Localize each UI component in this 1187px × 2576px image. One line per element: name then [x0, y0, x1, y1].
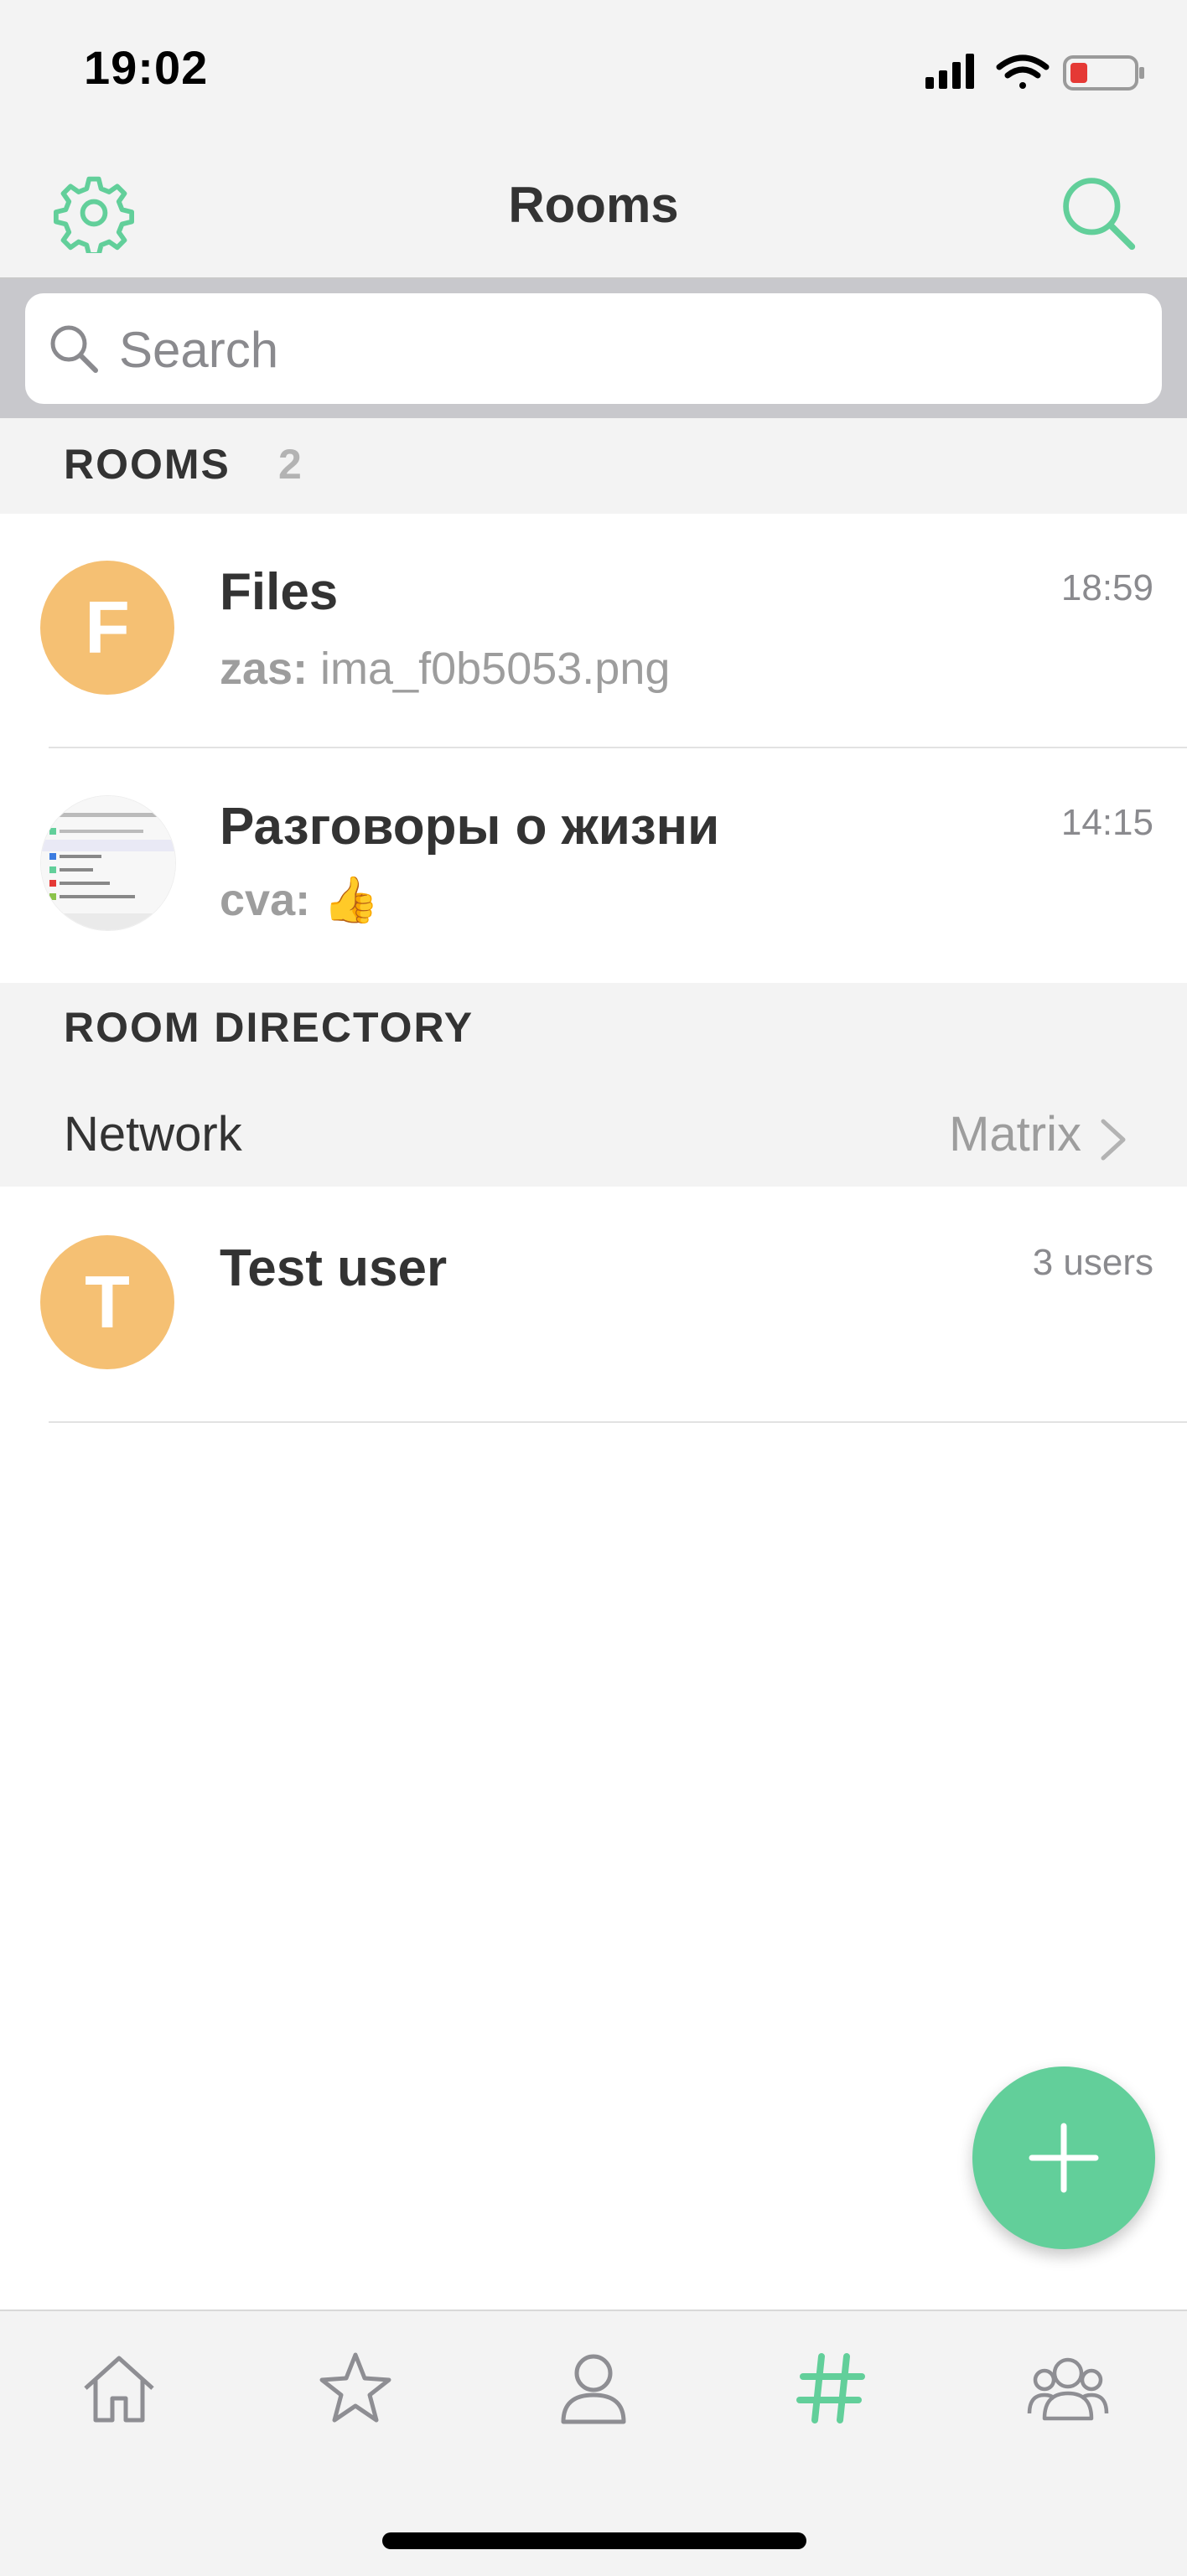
- status-time: 19:02: [84, 41, 209, 94]
- search-icon[interactable]: [1058, 173, 1138, 253]
- last-message: zas: ima_f0b5053.png: [220, 643, 670, 695]
- room-time: 14:15: [1060, 802, 1153, 843]
- page-title: Rooms: [508, 177, 679, 233]
- room-name: Files: [220, 563, 339, 621]
- signal-icon: [925, 54, 974, 89]
- room-directory-header: ROOM DIRECTORY: [0, 983, 1187, 1078]
- row-divider: [49, 1421, 1187, 1423]
- rooms-icon[interactable]: [790, 2346, 873, 2430]
- plus-icon: [1029, 2123, 1099, 2193]
- favourites-icon[interactable]: [314, 2346, 397, 2430]
- directory-room-row[interactable]: T Test user 3 users: [0, 1187, 1187, 1423]
- rooms-section-header: ROOMS 2: [0, 418, 1187, 514]
- message-sender: cva:: [220, 875, 311, 925]
- search-input[interactable]: [117, 307, 1127, 392]
- wifi-icon: [996, 54, 1050, 89]
- section-title: ROOMS: [64, 441, 231, 488]
- create-room-button[interactable]: [972, 2066, 1155, 2249]
- network-value: Matrix: [949, 1107, 1081, 1161]
- message-sender: zas:: [220, 644, 308, 694]
- avatar: T: [40, 1235, 174, 1369]
- people-icon[interactable]: [552, 2346, 635, 2430]
- chevron-right-icon: [1101, 1119, 1126, 1161]
- groups-icon[interactable]: [1026, 2346, 1110, 2430]
- room-time: 18:59: [1060, 567, 1153, 608]
- room-row-conversations[interactable]: Разговоры о жизни 14:15 cva: 👍: [0, 748, 1187, 983]
- message-text: 👍: [310, 875, 380, 925]
- room-avatar-image: [40, 795, 176, 931]
- last-message: cva: 👍: [220, 874, 379, 927]
- status-icons: [925, 54, 1144, 91]
- member-count: 3 users: [1032, 1242, 1153, 1283]
- network-label: Network: [64, 1107, 242, 1161]
- network-selector[interactable]: Network Matrix: [0, 1078, 1187, 1187]
- room-name: Разговоры о жизни: [220, 798, 720, 856]
- home-icon[interactable]: [77, 2346, 161, 2430]
- avatar: F: [40, 561, 174, 695]
- section-title: ROOM DIRECTORY: [64, 1004, 474, 1051]
- settings-screenshot-thumbnail: [41, 796, 175, 930]
- room-row-files[interactable]: F Files 18:59 zas: ima_f0b5053.png: [0, 514, 1187, 748]
- home-indicator: [382, 2532, 806, 2549]
- magnifier-icon: [50, 325, 98, 373]
- battery-icon: [1063, 55, 1144, 91]
- rooms-count: 2: [278, 441, 302, 488]
- message-text: ima_f0b5053.png: [308, 644, 671, 694]
- room-name: Test user: [220, 1239, 448, 1297]
